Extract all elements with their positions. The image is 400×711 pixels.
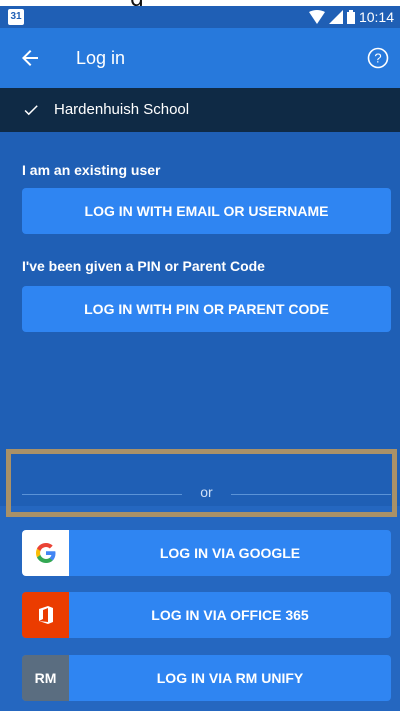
arrow-back-icon[interactable] bbox=[18, 46, 42, 70]
wifi-icon bbox=[308, 10, 325, 24]
selected-school-bar[interactable]: Hardenhuish School bbox=[0, 88, 400, 132]
login-email-username-button[interactable]: LOG IN WITH EMAIL OR USERNAME bbox=[22, 188, 391, 234]
status-time: 10:14 bbox=[358, 9, 394, 25]
office-365-icon bbox=[22, 592, 69, 638]
login-google-button[interactable]: LOG IN VIA GOOGLE bbox=[22, 530, 391, 576]
check-icon bbox=[22, 101, 40, 119]
google-label: LOG IN VIA GOOGLE bbox=[159, 545, 301, 561]
login-rm-unify-button[interactable]: RM LOG IN VIA RM UNIFY bbox=[22, 655, 391, 701]
status-indicators: 10:14 bbox=[308, 6, 394, 28]
status-bar: 31 10:14 bbox=[0, 6, 400, 28]
battery-icon bbox=[346, 10, 355, 24]
login-office365-button[interactable]: LOG IN VIA OFFICE 365 bbox=[22, 592, 391, 638]
rm-unify-icon: RM bbox=[22, 655, 69, 701]
login-screen: g 31 10:14 bbox=[0, 0, 400, 711]
login-pin-parent-code-button[interactable]: LOG IN WITH PIN OR PARENT CODE bbox=[22, 286, 391, 332]
login-options: I am an existing user LOG IN WITH EMAIL … bbox=[0, 132, 400, 711]
app-bar: Log in ? bbox=[0, 28, 400, 88]
pin-code-label: I've been given a PIN or Parent Code bbox=[22, 258, 265, 274]
highlight-frame bbox=[6, 449, 397, 517]
office365-label: LOG IN VIA OFFICE 365 bbox=[151, 607, 309, 623]
social-login-area: LOG IN VIA GOOGLE LOG IN VIA OFFICE 365 … bbox=[0, 506, 400, 711]
existing-user-label: I am an existing user bbox=[22, 162, 161, 178]
rm-unify-label: LOG IN VIA RM UNIFY bbox=[156, 670, 304, 686]
page-title: Log in bbox=[76, 48, 126, 68]
school-name: Hardenhuish School bbox=[54, 101, 190, 118]
svg-text:?: ? bbox=[374, 51, 381, 66]
help-circle-icon[interactable]: ? bbox=[366, 46, 390, 70]
signal-icon bbox=[328, 10, 343, 24]
calendar-icon: 31 bbox=[8, 9, 24, 25]
google-icon bbox=[22, 530, 69, 576]
